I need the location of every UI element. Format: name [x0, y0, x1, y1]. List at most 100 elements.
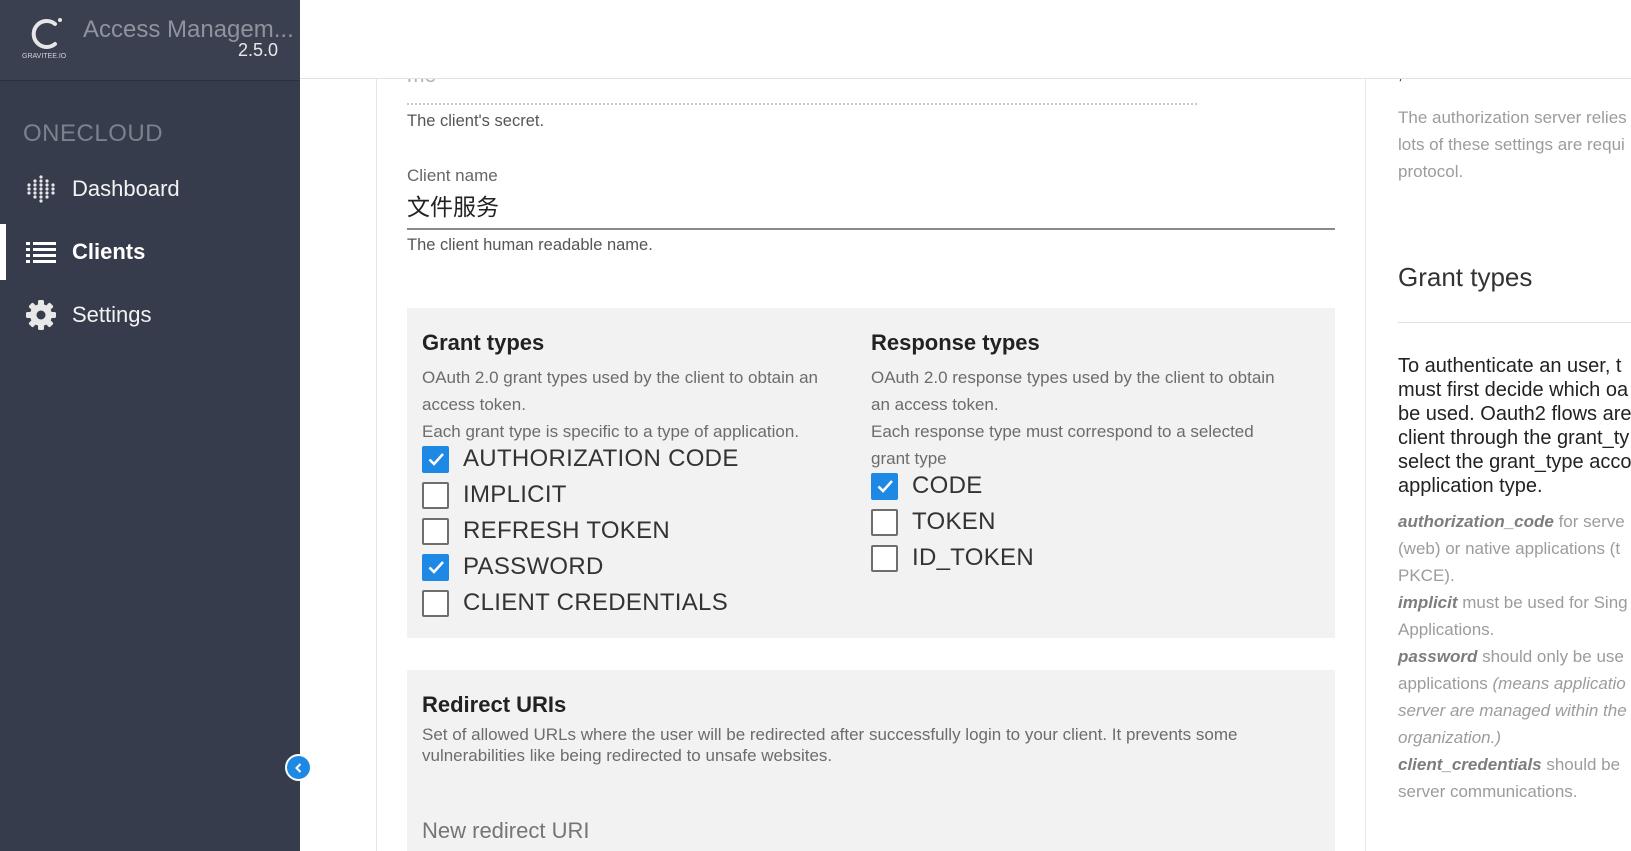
- help-authorization-code-line: authorization_code for serve: [1398, 508, 1625, 535]
- grant-type-password[interactable]: PASSWORD: [422, 550, 604, 584]
- redirect-uris-desc: Set of allowed URLs where the user will …: [422, 725, 1238, 765]
- help-term: implicit: [1398, 593, 1458, 612]
- help-term-desc: must be used for Sing: [1457, 593, 1628, 612]
- gear-icon: [24, 298, 58, 332]
- checkbox-label: REFRESH TOKEN: [463, 517, 671, 544]
- redirect-uris-panel: Redirect URIs Set of allowed URLs where …: [407, 670, 1335, 851]
- dashboard-dots-icon: [24, 172, 58, 206]
- grant-type-implicit[interactable]: IMPLICIT: [422, 478, 567, 512]
- top-header: [300, 0, 1631, 79]
- help-client-credentials-line: client_credentials should be: [1398, 751, 1620, 778]
- sidebar-item-clients[interactable]: Clients: [0, 224, 306, 280]
- sidebar: GRAVITEE.IO Access Managem... 2.5.0 ONEC…: [0, 0, 300, 851]
- grant-type-authorization-code[interactable]: AUTHORIZATION CODE: [422, 442, 739, 476]
- checkbox-label: PASSWORD: [463, 553, 604, 580]
- help-term: password: [1398, 647, 1478, 666]
- help-body-line: To authenticate an user, t: [1398, 355, 1622, 377]
- help-muted-line: server communications.: [1398, 782, 1578, 801]
- checkbox[interactable]: [422, 445, 449, 473]
- help-body-line: must first decide which oa: [1398, 379, 1629, 401]
- help-muted-line: PKCE).: [1398, 566, 1455, 585]
- checkbox[interactable]: [871, 508, 898, 536]
- help-top-mark: ,: [1398, 78, 1403, 87]
- checkbox[interactable]: [422, 481, 449, 509]
- client-secret-hint: The client's secret.: [407, 112, 545, 130]
- sidebar-item-label: Clients: [72, 239, 146, 264]
- grant-types-desc-line: OAuth 2.0 grant types used by the client…: [422, 368, 818, 387]
- organization-label: ONECLOUD: [23, 120, 164, 147]
- help-intro-line: lots of these settings are requi: [1398, 135, 1625, 154]
- help-term-desc: should only be use: [1477, 647, 1624, 666]
- help-term: client_credentials: [1398, 755, 1542, 774]
- checkbox-label: ID_TOKEN: [912, 544, 1034, 571]
- checkbox-label: CLIENT CREDENTIALS: [463, 589, 729, 616]
- sidebar-item-label: Dashboard: [72, 176, 180, 201]
- response-type-code[interactable]: CODE: [871, 469, 983, 503]
- response-types-desc-line: Each response type must correspond to a …: [871, 422, 1254, 441]
- help-muted-line: server are managed within the: [1398, 701, 1627, 720]
- grant-types-desc-line: Each grant type is specific to a type of…: [422, 422, 800, 441]
- help-body-line: be used. Oauth2 flows are: [1398, 403, 1631, 425]
- app-version: 2.5.0: [237, 40, 278, 60]
- brand-header[interactable]: GRAVITEE.IO Access Managem... 2.5.0: [0, 0, 300, 81]
- checkbox-label: TOKEN: [912, 508, 996, 535]
- sidebar-collapse-button[interactable]: [285, 754, 312, 781]
- client-name-input[interactable]: 文件服务: [407, 186, 1335, 230]
- help-intro-line: protocol.: [1398, 162, 1464, 181]
- response-types-desc-line: an access token.: [871, 395, 999, 414]
- checkmark-icon: [428, 453, 444, 466]
- response-types-desc-line: OAuth 2.0 response types used by the cli…: [871, 368, 1275, 387]
- help-muted-line: Applications.: [1398, 620, 1495, 639]
- response-type-token[interactable]: TOKEN: [871, 505, 996, 539]
- help-term-desc: should be: [1541, 755, 1621, 774]
- gravitee-logo: GRAVITEE.IO: [22, 18, 67, 60]
- help-divider: [1398, 322, 1631, 323]
- grant-types-title: Grant types: [422, 330, 545, 355]
- grant-response-types-panel: Grant types OAuth 2.0 grant types used b…: [407, 308, 1335, 638]
- help-term: authorization_code: [1398, 512, 1554, 531]
- svg-text:GRAVITEE.IO: GRAVITEE.IO: [22, 53, 67, 60]
- client-name-hint: The client human readable name.: [407, 236, 653, 254]
- checkbox[interactable]: [871, 544, 898, 572]
- checkbox[interactable]: [422, 553, 449, 581]
- response-types-desc-line: grant type: [871, 449, 947, 468]
- help-intro-line: The authorization server relies: [1398, 108, 1627, 127]
- response-types-title: Response types: [871, 330, 1040, 355]
- grant-type-client-credentials[interactable]: CLIENT CREDENTIALS: [422, 586, 728, 620]
- client-secret-value[interactable]: me: [407, 78, 436, 88]
- response-type-id-token[interactable]: ID_TOKEN: [871, 541, 1034, 575]
- sidebar-item-settings[interactable]: Settings: [0, 287, 300, 343]
- help-implicit-line: implicit must be used for Sing: [1398, 589, 1628, 616]
- redirect-uris-title: Redirect URIs: [422, 692, 567, 717]
- checkbox[interactable]: [871, 472, 898, 500]
- sidebar-item-label: Settings: [72, 302, 152, 327]
- help-grant-types-title: Grant types: [1398, 262, 1533, 292]
- help-muted-line: (web) or native applications (t: [1398, 539, 1621, 558]
- list-icon: [24, 235, 58, 269]
- chevron-left-icon: [294, 762, 301, 773]
- client-secret-underline: [407, 103, 1197, 105]
- help-body-line: application type.: [1398, 475, 1543, 497]
- help-muted-line: applications (means applicatio: [1398, 670, 1626, 697]
- help-body-line: select the grant_type acco: [1398, 451, 1631, 473]
- checkbox-label: IMPLICIT: [463, 481, 567, 508]
- checkbox[interactable]: [422, 589, 449, 617]
- client-name-label: Client name: [407, 166, 498, 185]
- grant-type-refresh-token[interactable]: REFRESH TOKEN: [422, 514, 670, 548]
- help-panel: , The authorization server relies lots o…: [1365, 78, 1631, 851]
- client-settings-form: me The client's secret. Client name 文件服务…: [376, 78, 1366, 851]
- help-text-fragment: (means applicatio: [1492, 674, 1626, 693]
- help-body-line: client through the grant_ty: [1398, 427, 1630, 449]
- checkmark-icon: [877, 480, 893, 493]
- checkmark-icon: [428, 561, 444, 574]
- help-text-fragment: applications: [1398, 674, 1493, 693]
- checkbox[interactable]: [422, 517, 449, 545]
- help-muted-line: organization.): [1398, 728, 1502, 747]
- grant-types-desc-line: access token.: [422, 395, 526, 414]
- help-password-line: password should only be use: [1398, 643, 1624, 670]
- new-redirect-uri-input[interactable]: [422, 818, 1302, 844]
- checkbox-label: AUTHORIZATION CODE: [463, 445, 739, 472]
- checkbox-label: CODE: [912, 472, 983, 499]
- help-term-desc: for serve: [1553, 512, 1625, 531]
- sidebar-item-dashboard[interactable]: Dashboard: [0, 161, 300, 217]
